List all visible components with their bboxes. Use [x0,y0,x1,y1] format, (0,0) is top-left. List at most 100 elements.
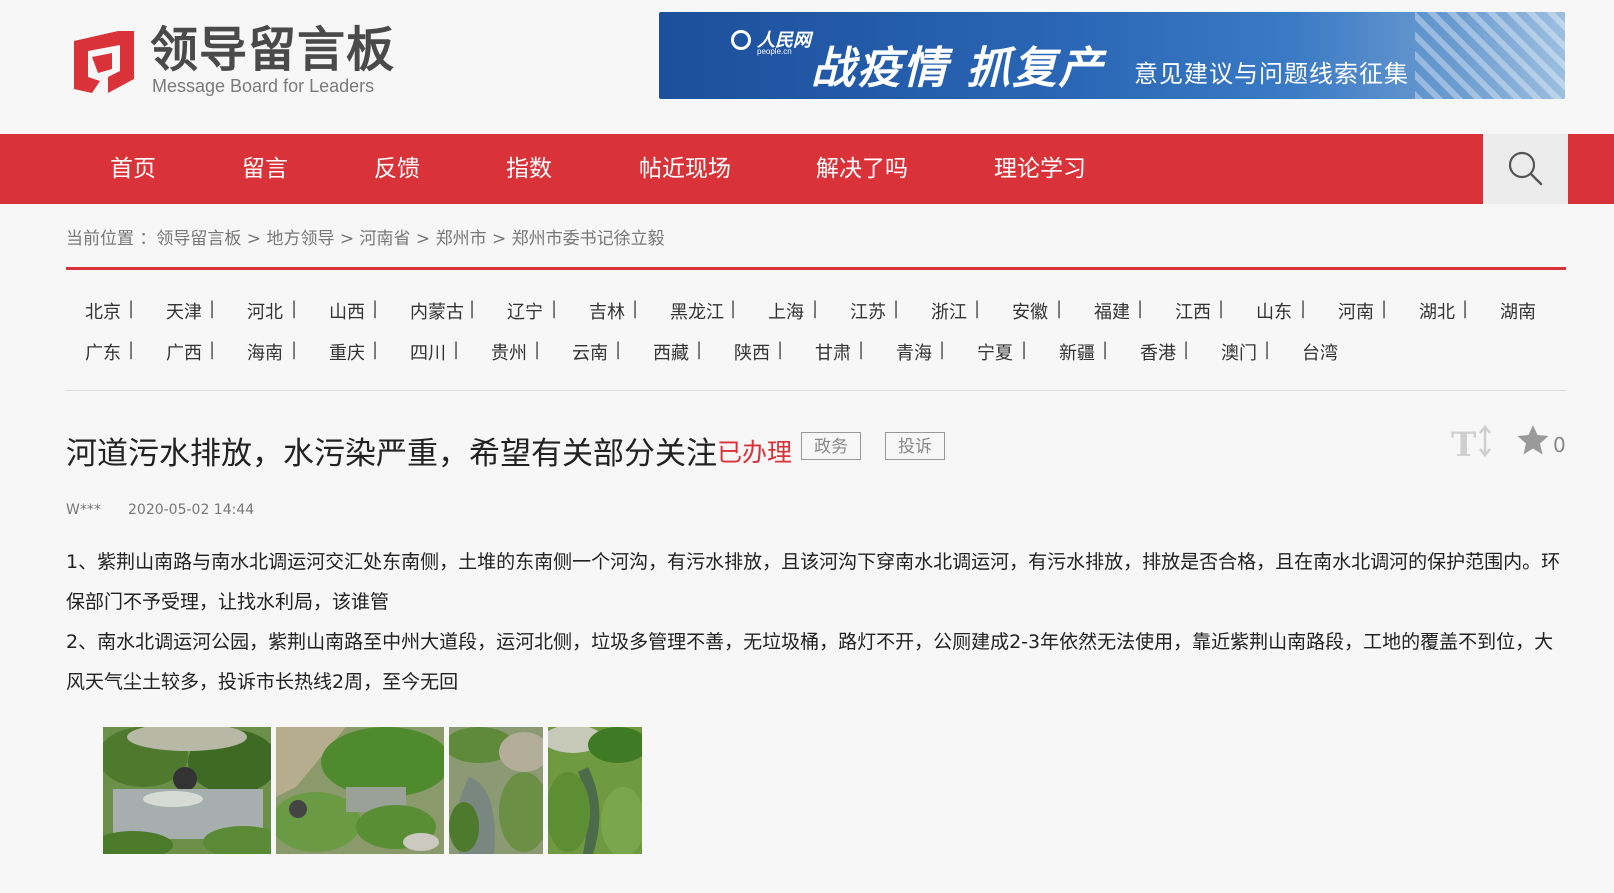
province-link[interactable]: 四川 [410,339,446,365]
province-link[interactable]: 山东 [1256,298,1292,324]
breadcrumb-item[interactable]: 地方领导 [266,229,334,249]
tag-complaint[interactable]: 投诉 [885,432,945,460]
province-separator: | [291,339,298,360]
province-link[interactable]: 福建 [1094,298,1130,324]
promo-banner[interactable]: 人民网 people.cn 战疫情 抓复产 意见建议与问题线索征集 [659,12,1565,99]
attached-photo-4[interactable] [548,727,642,854]
favorite-count: 0 [1553,433,1566,457]
breadcrumb-item[interactable]: 郑州市 [436,229,487,249]
section-divider [66,267,1566,270]
province-separator: | [939,339,946,360]
attached-photo-2[interactable] [276,727,444,854]
province-link[interactable]: 北京 [85,298,121,324]
province-link[interactable]: 台湾 [1302,339,1338,365]
province-separator: | [1137,298,1144,319]
nav-item-resolved[interactable]: 解决了吗 [816,134,908,204]
province-link[interactable]: 内蒙古 [410,298,464,324]
province-link[interactable]: 重庆 [329,339,365,365]
province-separator: | [453,339,460,360]
province-link[interactable]: 陕西 [734,339,770,365]
font-size-icon[interactable]: T [1451,424,1493,460]
breadcrumb-separator: > [410,229,436,249]
main-nav: 首页 留言 反馈 指数 帖近现场 解决了吗 理论学习 [0,134,1614,204]
breadcrumb-item[interactable]: 领导留言板 [156,229,241,249]
attached-photo-1[interactable] [103,727,271,854]
province-separator: | [291,298,298,319]
search-button[interactable] [1483,134,1568,204]
breadcrumb-separator: > [486,229,512,249]
status-badge: 已办理 [717,438,793,467]
province-separator: | [974,298,981,319]
province-link[interactable]: 贵州 [491,339,527,365]
tag-government[interactable]: 政务 [801,432,861,460]
logo-title[interactable]: 领导留言板 [150,22,395,78]
province-separator: | [1381,298,1388,319]
favorite-star-icon[interactable] [1516,424,1550,456]
nav-item-feedback[interactable]: 反馈 [374,134,420,204]
province-link[interactable]: 吉林 [589,298,625,324]
province-separator: | [632,298,639,319]
province-separator: | [615,339,622,360]
post-date: 2020-05-02 14:44 [128,502,255,518]
province-separator: | [209,298,216,319]
province-link[interactable]: 上海 [768,298,804,324]
province-separator: | [1056,298,1063,319]
attached-photo-3[interactable] [449,727,543,854]
province-link[interactable]: 江苏 [850,298,886,324]
province-link[interactable]: 甘肃 [815,339,851,365]
province-link[interactable]: 辽宁 [507,298,543,324]
nav-item-on-site[interactable]: 帖近现场 [639,134,731,204]
province-link[interactable]: 山西 [329,298,365,324]
banner-decoration [1415,12,1565,99]
province-separator: | [534,339,541,360]
people-daily-logo-icon [731,30,751,50]
province-link[interactable]: 澳门 [1221,339,1257,365]
province-separator: | [1021,339,1028,360]
post-body: 1、紫荆山南路与南水北调运河交汇处东南侧，土堆的东南侧一个河沟，有污水排放，且该… [66,542,1566,702]
province-separator: | [209,339,216,360]
province-link[interactable]: 新疆 [1059,339,1095,365]
content-divider [66,390,1566,391]
province-separator: | [1264,339,1271,360]
post-paragraph: 2、南水北调运河公园，紫荆山南路至中州大道段，运河北侧，垃圾多管理不善，无垃圾桶… [66,631,1554,693]
province-separator: | [858,339,865,360]
nav-item-index[interactable]: 指数 [506,134,552,204]
province-link[interactable]: 湖南 [1500,298,1536,324]
province-link[interactable]: 云南 [572,339,608,365]
province-link[interactable]: 西藏 [653,339,689,365]
province-link[interactable]: 河南 [1338,298,1374,324]
nav-item-message[interactable]: 留言 [242,134,288,204]
banner-subheadline: 意见建议与问题线索征集 [1134,60,1409,88]
province-link[interactable]: 湖北 [1419,298,1455,324]
province-separator: | [696,339,703,360]
province-link[interactable]: 浙江 [931,298,967,324]
breadcrumb-separator: > [241,229,267,249]
province-link[interactable]: 香港 [1140,339,1176,365]
province-separator: | [469,298,476,319]
banner-headline: 战疫情 抓复产 [811,43,1105,94]
province-link[interactable]: 宁夏 [977,339,1013,365]
breadcrumb-prefix: 当前位置 ： [66,229,157,249]
province-separator: | [812,298,819,319]
province-separator: | [372,339,379,360]
province-separator: | [128,298,135,319]
province-link[interactable]: 黑龙江 [670,298,724,324]
province-link[interactable]: 天津 [166,298,202,324]
province-link[interactable]: 安徽 [1012,298,1048,324]
breadcrumb-separator: > [334,229,360,249]
province-link[interactable]: 青海 [896,339,932,365]
breadcrumb-item[interactable]: 河南省 [360,229,411,249]
province-link[interactable]: 江西 [1175,298,1211,324]
province-link[interactable]: 海南 [247,339,283,365]
province-separator: | [1102,339,1109,360]
province-link[interactable]: 广东 [85,339,121,365]
post-paragraph: 1、紫荆山南路与南水北调运河交汇处东南侧，土堆的东南侧一个河沟，有污水排放，且该… [66,551,1561,613]
province-link[interactable]: 广西 [166,339,202,365]
province-link[interactable]: 河北 [247,298,283,324]
nav-item-theory[interactable]: 理论学习 [994,134,1086,204]
nav-item-home[interactable]: 首页 [110,134,156,204]
search-icon [1508,151,1543,186]
logo-icon[interactable] [68,27,136,95]
province-separator: | [1183,339,1190,360]
breadcrumb-item[interactable]: 郑州市委书记徐立毅 [512,229,665,249]
